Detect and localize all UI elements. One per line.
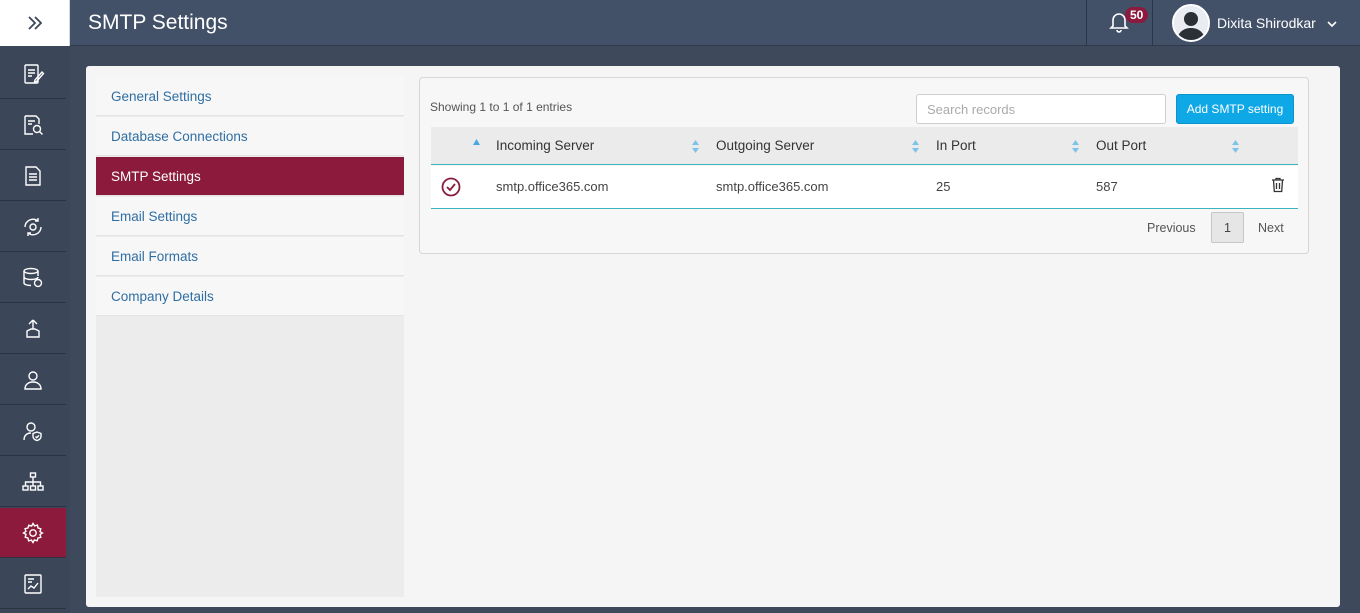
check-circle-icon[interactable] <box>441 177 461 197</box>
upload-hand-icon <box>26 319 40 338</box>
cell-incoming-server: smtp.office365.com <box>496 179 609 194</box>
user-icon <box>24 370 42 390</box>
subnav-item-general-settings[interactable]: General Settings <box>96 77 404 116</box>
settings-gear-icon <box>22 521 44 544</box>
user-name[interactable]: Dixita Shirodkar <box>1217 15 1316 31</box>
subnav-item-email-settings[interactable]: Email Settings <box>96 197 404 236</box>
rail-item-database[interactable] <box>0 253 66 303</box>
edit-document-icon <box>24 63 45 84</box>
rail-item-upload[interactable] <box>0 304 66 354</box>
pagination-next[interactable]: Next <box>1258 221 1284 235</box>
trash-icon[interactable] <box>1271 177 1285 193</box>
smtp-table-card: Showing 1 to 1 of 1 entries Add SMTP set… <box>419 77 1309 254</box>
add-smtp-setting-button[interactable]: Add SMTP setting <box>1176 94 1294 124</box>
rail-item-report[interactable] <box>0 559 66 609</box>
column-header-outgoing-server[interactable]: Outgoing Server <box>716 138 814 153</box>
main-panel: General Settings Database Connections SM… <box>86 66 1340 607</box>
database-sync-icon <box>23 267 43 287</box>
settings-subnav: General Settings Database Connections SM… <box>96 77 404 597</box>
top-header: SMTP Settings 50 Dixita Shirodkar <box>70 0 1360 46</box>
cell-outgoing-server: smtp.office365.com <box>716 179 829 194</box>
column-header-incoming-server[interactable]: Incoming Server <box>496 138 594 153</box>
cell-out-port: 587 <box>1096 179 1118 194</box>
double-chevron-right-icon <box>27 16 42 30</box>
sort-asc-icon[interactable] <box>472 138 481 147</box>
subnav-item-database-connections[interactable]: Database Connections <box>96 117 404 156</box>
avatar[interactable] <box>1172 4 1210 42</box>
entries-info: Showing 1 to 1 of 1 entries <box>430 100 573 114</box>
rail-item-hierarchy[interactable] <box>0 457 66 507</box>
rail-item-edit-document[interactable] <box>0 49 66 99</box>
pagination-page-1[interactable]: 1 <box>1211 212 1244 243</box>
sort-icon[interactable] <box>691 139 700 154</box>
report-chart-icon <box>24 573 42 594</box>
cell-in-port: 25 <box>936 179 951 194</box>
rail-toggle-button[interactable] <box>0 0 70 46</box>
sort-icon[interactable] <box>911 139 920 154</box>
user-shield-icon <box>23 421 42 441</box>
user-avatar-icon <box>1174 6 1208 40</box>
notification-count-badge: 50 <box>1125 7 1149 23</box>
column-header-out-port[interactable]: Out Port <box>1096 138 1146 153</box>
search-input[interactable] <box>916 94 1166 124</box>
chevron-down-icon[interactable] <box>1326 18 1338 30</box>
column-header-in-port[interactable]: In Port <box>936 138 976 153</box>
rail-item-settings[interactable] <box>0 508 66 558</box>
subnav-item-smtp-settings[interactable]: SMTP Settings <box>96 157 404 196</box>
rail-item-user[interactable] <box>0 355 66 405</box>
left-rail <box>0 0 70 613</box>
subnav-item-company-details[interactable]: Company Details <box>96 277 404 316</box>
table-header: Incoming Server Outgoing Server In Port … <box>431 127 1298 165</box>
search-document-icon <box>24 114 43 135</box>
rail-item-sync-gear[interactable] <box>0 202 66 252</box>
page-title: SMTP Settings <box>88 11 228 34</box>
sort-icon[interactable] <box>1231 139 1240 154</box>
document-icon <box>25 165 41 186</box>
subnav-item-email-formats[interactable]: Email Formats <box>96 237 404 276</box>
table-row[interactable]: smtp.office365.com smtp.office365.com 25… <box>431 166 1298 209</box>
rail-item-document[interactable] <box>0 151 66 201</box>
header-divider <box>1152 0 1153 46</box>
rail-item-search-document[interactable] <box>0 100 66 150</box>
header-divider <box>1086 0 1087 46</box>
rail-item-user-shield[interactable] <box>0 406 66 456</box>
sync-gear-icon <box>24 217 42 236</box>
sort-icon[interactable] <box>1071 139 1080 154</box>
pagination-previous[interactable]: Previous <box>1147 221 1196 235</box>
hierarchy-icon <box>22 471 44 491</box>
